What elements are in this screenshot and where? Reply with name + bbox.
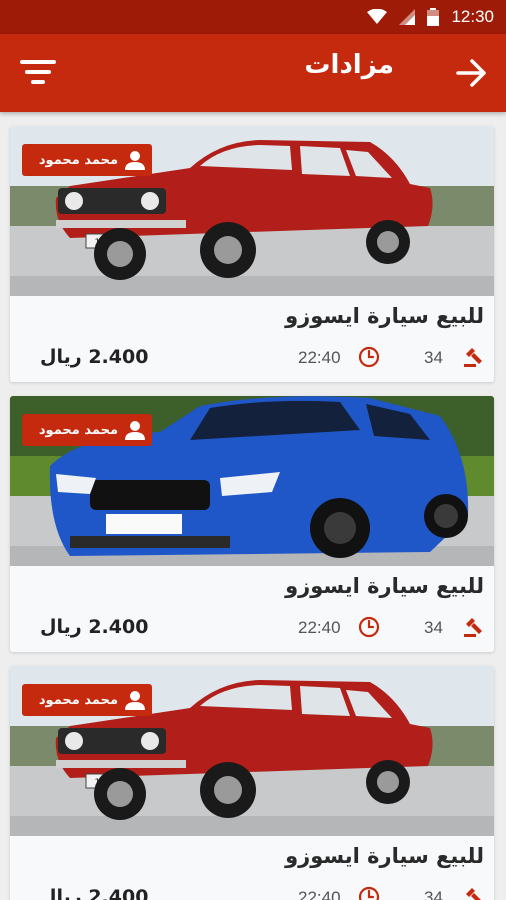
listing-title: للبيع سيارة ايسوزو — [285, 844, 484, 868]
battery-icon — [427, 8, 440, 26]
gavel-icon — [464, 618, 482, 637]
seller-badge[interactable]: محمد محمود — [22, 144, 152, 176]
clock-icon — [358, 886, 380, 900]
signal-icon — [399, 9, 416, 25]
status-bar: 12:30 — [0, 0, 506, 34]
app-bar: مزادات — [0, 34, 506, 112]
gavel-icon — [464, 348, 482, 367]
auction-card[interactable]: محمد محمود للبيع سيارة ايسوزو 2.400 ريال… — [10, 396, 494, 652]
seller-badge[interactable]: محمد محمود — [22, 684, 152, 716]
bid-count: 34 — [424, 618, 443, 637]
listing-price: 2.400 ريال — [40, 886, 149, 900]
seller-name: محمد محمود — [38, 692, 118, 708]
listing-price: 2.400 ريال — [40, 346, 149, 368]
car-photo: محمد محمود — [10, 396, 494, 566]
listing-time: 22:40 — [298, 618, 341, 637]
gavel-icon — [466, 888, 481, 900]
auction-card[interactable]: 1973 محمد محمود للبيع سيارة ايسوزو 2.400… — [10, 126, 494, 382]
bid-count: 34 — [424, 888, 443, 900]
seller-name: محمد محمود — [38, 422, 118, 438]
seller-name: محمد محمود — [38, 152, 118, 168]
card-info: للبيع سيارة ايسوزو 2.400 ريال 22:40 34 — [10, 566, 494, 652]
card-info: للبيع سيارة ايسوزو 2.400 ريال 22:40 34 — [10, 836, 494, 900]
back-arrow-icon[interactable] — [456, 58, 486, 88]
auction-card[interactable]: 1973 محمد محمود للبيع سيارة ايسوزو 2.400… — [10, 666, 494, 900]
status-time: 12:30 — [451, 7, 494, 26]
page-title: مزادات — [304, 50, 394, 80]
clock-icon — [358, 346, 380, 368]
listing-title: للبيع سيارة ايسوزو — [285, 574, 484, 598]
wifi-icon — [367, 9, 388, 24]
card-info: للبيع سيارة ايسوزو 2.400 ريال 22:40 34 — [10, 296, 494, 382]
user-icon — [125, 151, 145, 170]
user-icon — [125, 421, 145, 440]
listing-time: 22:40 — [298, 888, 341, 900]
filter-icon[interactable] — [20, 56, 56, 88]
listing-time: 22:40 — [298, 348, 341, 367]
clock-icon — [358, 616, 380, 638]
listing-title: للبيع سيارة ايسوزو — [285, 304, 484, 328]
bid-count: 34 — [424, 348, 443, 367]
listing-price: 2.400 ريال — [40, 616, 149, 638]
auction-list[interactable]: 1973 محمد محمود للبيع سيارة ايسوزو 2.400… — [0, 112, 506, 900]
car-photo: 1973 محمد محمود — [10, 666, 494, 836]
seller-badge[interactable]: محمد محمود — [22, 414, 152, 446]
car-photo: 1973 محمد محمود — [10, 126, 494, 296]
user-icon — [125, 691, 145, 710]
